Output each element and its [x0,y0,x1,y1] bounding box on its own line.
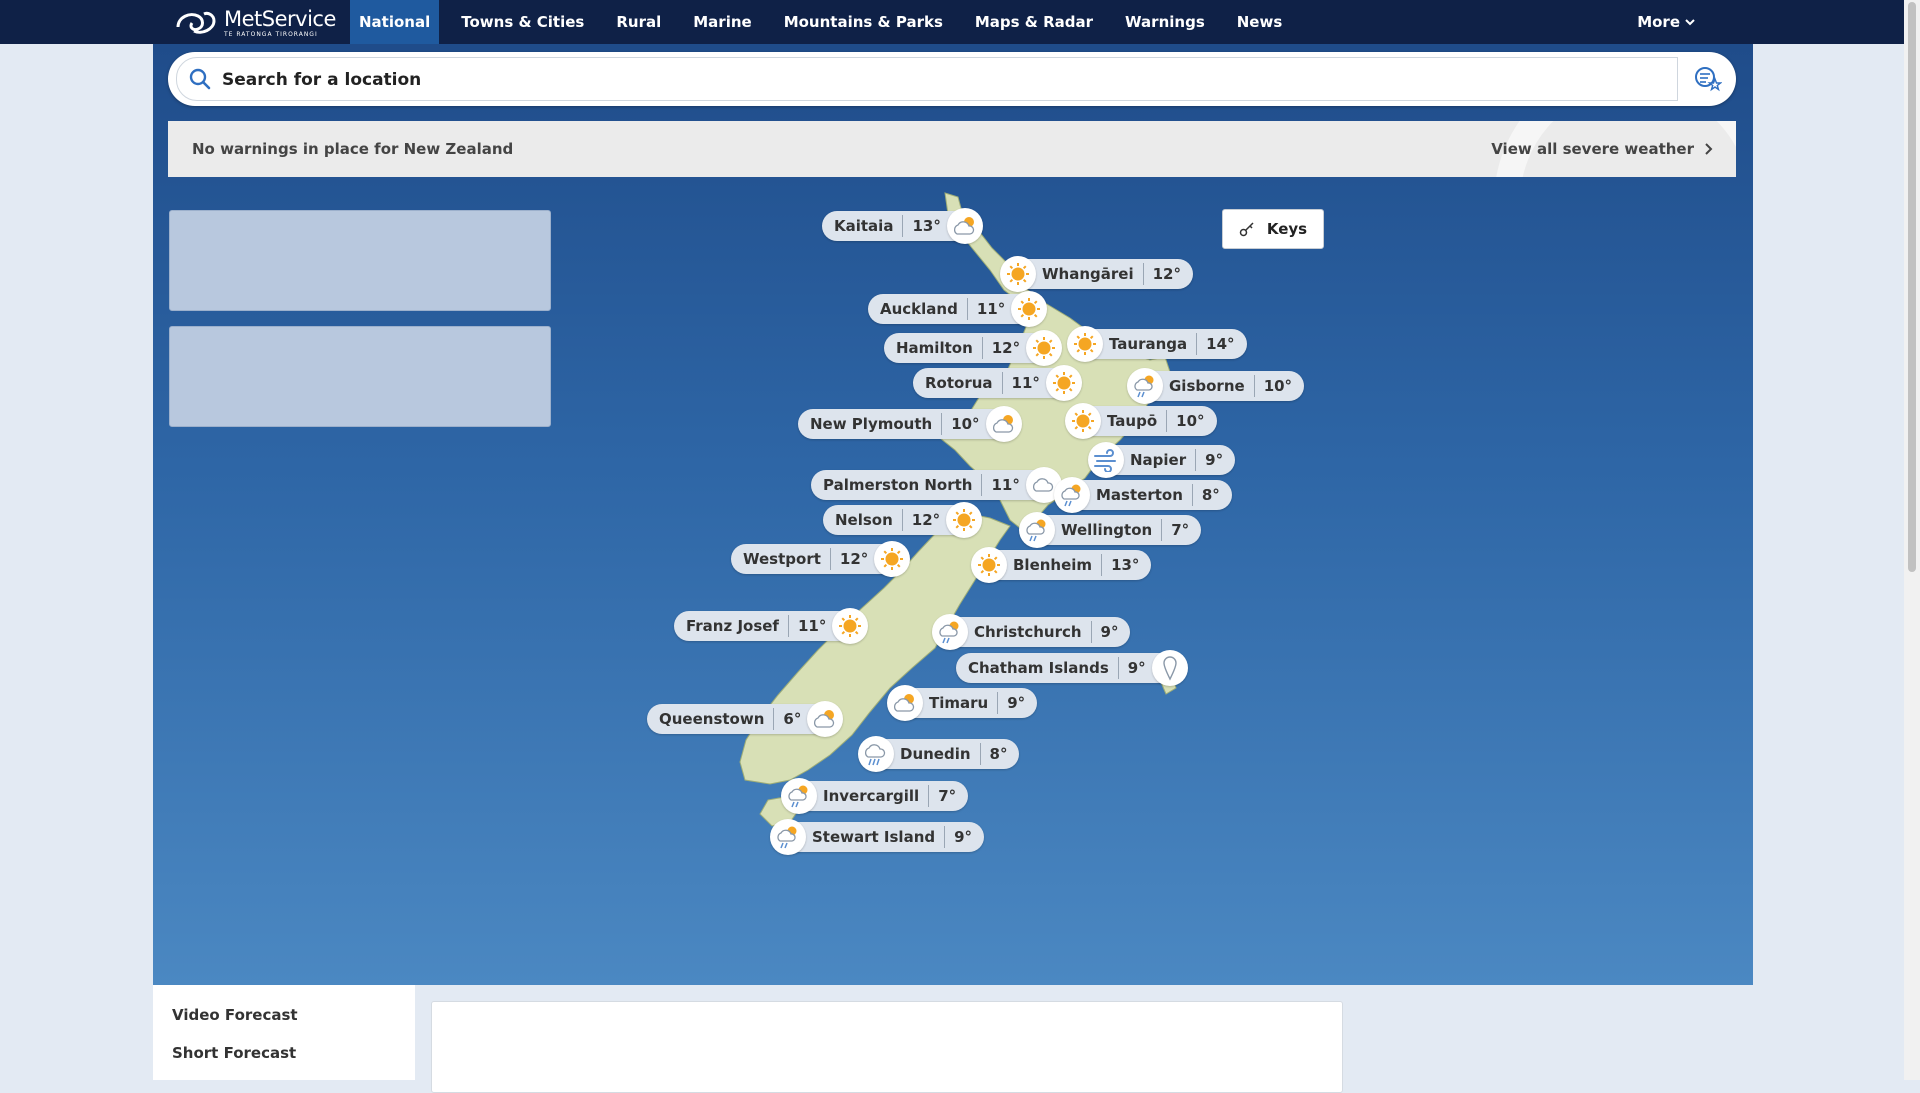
city-queenstown[interactable]: Queenstown 6° [647,701,844,737]
windy-icon [1088,442,1124,478]
view-severe-weather-label: View all severe weather [1491,140,1694,158]
sunny-icon [1045,365,1082,401]
sidebar-item-short-forecast[interactable]: Short Forecast [172,1044,296,1062]
showers-icon [770,819,806,855]
nav-towns-cities[interactable]: Towns & Cities [445,0,600,44]
showers-icon [1054,477,1090,513]
view-severe-weather-link[interactable]: View all severe weather [1491,140,1714,158]
sunny-icon [1011,291,1048,327]
rain-icon [858,736,894,772]
warnings-message: No warnings in place for New Zealand [192,140,514,158]
ad-placeholder-1 [169,210,551,311]
search-icon [189,68,211,90]
showers-icon [932,614,968,650]
main-nav-links: National Towns & Cities Rural Marine Mou… [350,0,1298,44]
partly-cloudy-icon [946,208,983,244]
more-label: More [1637,13,1680,31]
more-menu-button[interactable]: More [1637,0,1696,44]
city-napier[interactable]: Napier 9° [1088,442,1236,478]
city-kaitaia[interactable]: Kaitaia 13° [822,208,983,244]
city-westport[interactable]: Westport 12° [731,541,911,577]
forecast-sidebar: Video Forecast Short Forecast [153,985,415,1080]
city-rotorua[interactable]: Rotorua 11° [913,365,1082,401]
city-stewart-island[interactable]: Stewart Island 9° [770,819,985,855]
city-masterton[interactable]: Masterton 8° [1054,477,1232,513]
location-pin-icon [1151,650,1188,686]
logo-brand: MetService [224,6,336,31]
forecast-content-card [431,1001,1343,1093]
saved-locations-icon[interactable] [1694,66,1722,92]
city-franz-josef[interactable]: Franz Josef 11° [674,608,869,644]
sunny-icon [1000,256,1036,292]
nav-marine[interactable]: Marine [677,0,767,44]
city-new-plymouth[interactable]: New Plymouth 10° [798,406,1022,442]
showers-icon [1019,512,1055,548]
metservice-logo[interactable]: MetService TE RATONGA TIRORANGI [174,6,336,40]
sunny-icon [832,608,869,644]
city-palmerston-north[interactable]: Palmerston North 11° [811,467,1062,503]
sunny-icon [1067,326,1103,362]
city-tauranga[interactable]: Tauranga 14° [1067,326,1247,362]
city-timaru[interactable]: Timaru 9° [887,685,1038,721]
ad-placeholder-2 [169,326,551,427]
partly-cloudy-icon [985,406,1022,442]
warnings-banner: No warnings in place for New Zealand Vie… [168,121,1736,177]
sunny-icon [1065,403,1101,439]
chevron-down-icon [1685,19,1695,26]
nav-warnings[interactable]: Warnings [1109,0,1221,44]
nav-rural[interactable]: Rural [600,0,677,44]
city-dunedin[interactable]: Dunedin 8° [858,736,1020,772]
top-navigation: MetService TE RATONGA TIRORANGI National… [0,0,1904,44]
city-nelson[interactable]: Nelson 12° [823,502,983,538]
city-gisborne[interactable]: Gisborne 10° [1127,368,1305,404]
map-keys-button[interactable]: Keys [1222,209,1324,249]
sunny-icon [1026,330,1063,366]
sunny-icon [946,502,983,538]
logo-subtitle: TE RATONGA TIRORANGI [224,30,318,38]
nav-national[interactable]: National [350,0,440,44]
city-whangarei[interactable]: Whangārei 12° [1000,256,1193,292]
search-input[interactable] [220,62,1604,98]
chevron-right-icon [1705,143,1713,155]
key-icon [1239,222,1254,237]
city-christchurch[interactable]: Christchurch 9° [932,614,1131,650]
sunny-icon [874,541,911,577]
partly-cloudy-icon [807,701,844,737]
location-search [168,52,1736,106]
metservice-swirl-icon [176,11,216,34]
nav-mountains-parks[interactable]: Mountains & Parks [768,0,959,44]
showers-icon [1127,368,1163,404]
nav-maps-radar[interactable]: Maps & Radar [959,0,1109,44]
partly-cloudy-icon [887,685,923,721]
nav-news[interactable]: News [1221,0,1299,44]
city-taupo[interactable]: Taupō 10° [1065,403,1217,439]
sunny-icon [971,547,1007,583]
city-chatham-islands[interactable]: Chatham Islands 9° [956,650,1188,686]
keys-label: Keys [1266,220,1308,238]
sidebar-item-video-forecast[interactable]: Video Forecast [172,1006,298,1024]
showers-icon [781,778,817,814]
city-blenheim[interactable]: Blenheim 13° [971,547,1152,583]
scrollbar-thumb[interactable] [1908,2,1916,572]
city-hamilton[interactable]: Hamilton 12° [884,330,1063,366]
city-invercargill[interactable]: Invercargill 7° [781,778,969,814]
city-wellington[interactable]: Wellington 7° [1019,512,1202,548]
page-scrollbar[interactable] [1904,0,1920,1080]
city-auckland[interactable]: Auckland 11° [868,291,1048,327]
